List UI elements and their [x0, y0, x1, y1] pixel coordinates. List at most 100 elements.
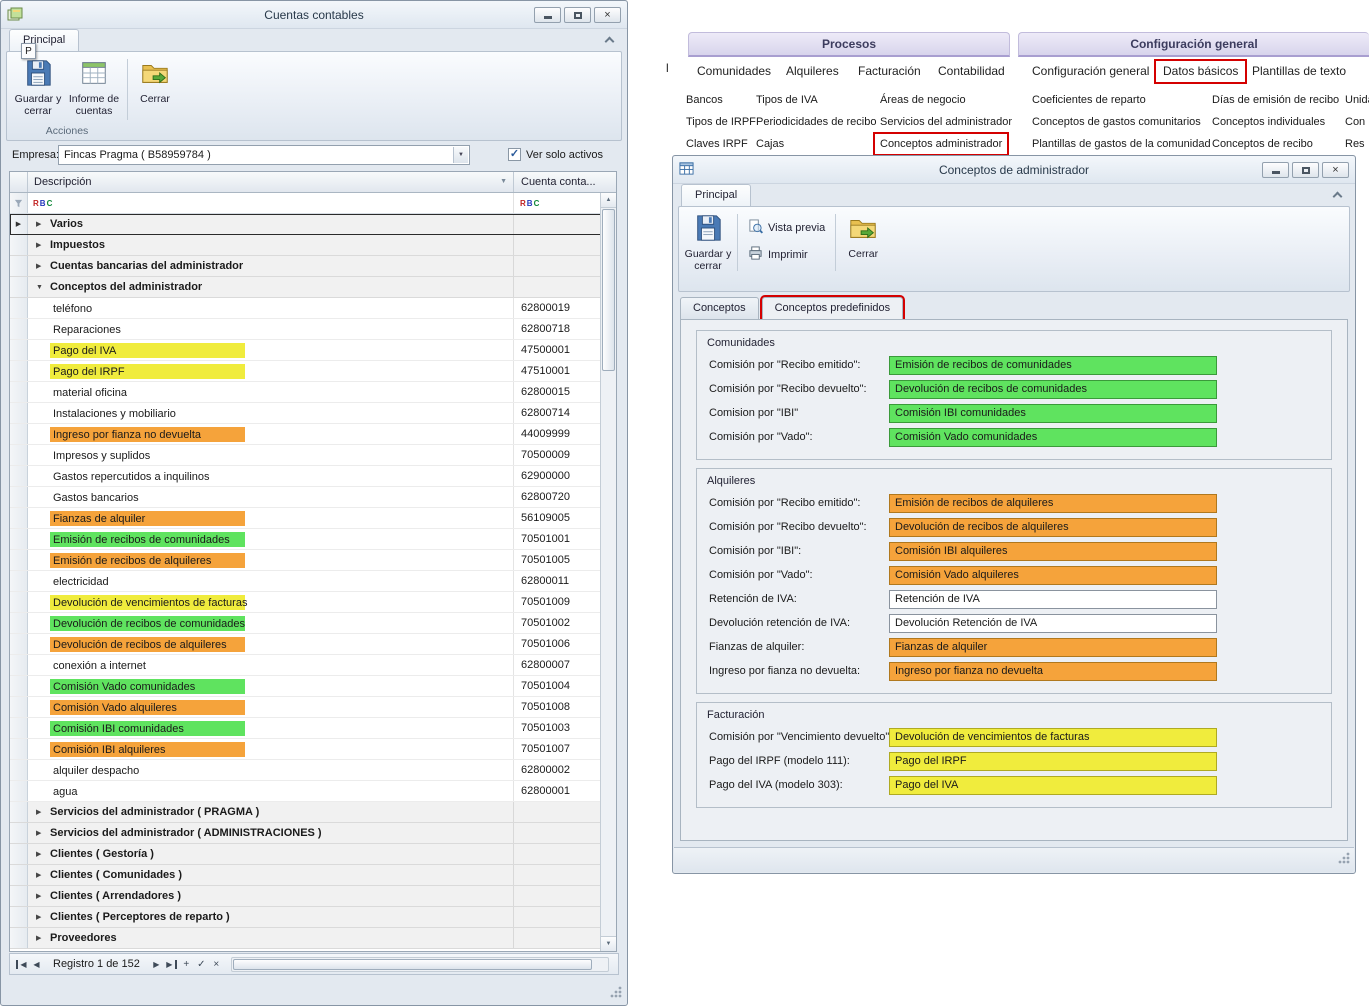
account-row[interactable]: Comisión Vado alquileres70501008: [10, 697, 616, 718]
expand-group-icon[interactable]: ▶: [36, 220, 46, 228]
nav-next-icon[interactable]: ▶: [149, 960, 164, 969]
cerrar-button[interactable]: Cerrar: [840, 210, 886, 278]
account-row[interactable]: Fianzas de alquiler56109005: [10, 508, 616, 529]
field-input[interactable]: Devolución Retención de IVA: [889, 614, 1217, 633]
account-row[interactable]: Comisión Vado comunidades70501004: [10, 676, 616, 697]
minimize-icon[interactable]: [1262, 162, 1289, 178]
maximize-icon[interactable]: [1292, 162, 1319, 178]
nav-append-icon[interactable]: +: [179, 959, 194, 970]
maximize-icon[interactable]: [564, 7, 591, 23]
vertical-scrollbar[interactable]: ▲ ▼: [600, 193, 616, 951]
expand-group-icon[interactable]: ▶: [36, 913, 46, 921]
expand-group-icon[interactable]: ▶: [36, 871, 46, 879]
menu-item[interactable]: Tipos de IVA: [756, 89, 876, 111]
account-row[interactable]: Reparaciones62800718: [10, 319, 616, 340]
minimize-icon[interactable]: [534, 7, 561, 23]
account-row[interactable]: Pago del IRPF47510001: [10, 361, 616, 382]
close-icon[interactable]: ×: [1322, 162, 1349, 178]
account-row[interactable]: Emisión de recibos de comunidades7050100…: [10, 529, 616, 550]
expand-group-icon[interactable]: ▶: [36, 850, 46, 858]
left-titlebar[interactable]: Cuentas contables ×: [1, 1, 627, 29]
field-input[interactable]: Devolución de recibos de alquileres: [889, 518, 1217, 537]
menu-item[interactable]: Unida: [1345, 89, 1369, 111]
field-input[interactable]: Fianzas de alquiler: [889, 638, 1217, 657]
column-header-cuenta[interactable]: Cuenta conta...: [514, 172, 616, 192]
imprimir-button[interactable]: Imprimir: [742, 246, 831, 264]
account-row[interactable]: material oficina62800015: [10, 382, 616, 403]
expand-group-icon[interactable]: ▶: [36, 241, 46, 249]
field-input[interactable]: Pago del IVA: [889, 776, 1217, 795]
scrollbar-track[interactable]: [601, 372, 616, 936]
guardar-y-cerrar-button[interactable]: Guardar y cerrar: [683, 210, 733, 278]
menu-item[interactable]: Con: [1345, 111, 1369, 133]
account-group-row[interactable]: ▶Impuestos: [10, 235, 616, 256]
chevron-down-icon[interactable]: ▼: [453, 147, 468, 163]
collapse-ribbon-icon[interactable]: [1333, 192, 1343, 202]
hscrollbar-thumb[interactable]: [233, 959, 592, 970]
tab-principal[interactable]: Principal: [9, 29, 79, 51]
account-group-row[interactable]: ▼Conceptos del administrador: [10, 277, 616, 298]
dialog-tab[interactable]: Conceptos: [680, 297, 759, 320]
nav-cancel-icon[interactable]: ×: [209, 959, 224, 970]
resize-grip[interactable]: [1337, 851, 1350, 867]
menu-item[interactable]: Días de emisión de recibo: [1212, 89, 1339, 111]
account-group-row[interactable]: ▶Clientes ( Comunidades ): [10, 865, 616, 886]
scroll-up-icon[interactable]: ▲: [601, 193, 616, 208]
menu-item[interactable]: Conceptos administrador: [875, 134, 1007, 154]
field-input[interactable]: Devolución de recibos de comunidades: [889, 380, 1217, 399]
account-row[interactable]: electricidad62800011: [10, 571, 616, 592]
account-row[interactable]: Emisión de recibos de alquileres70501005: [10, 550, 616, 571]
menu-item[interactable]: Claves IRPF: [686, 133, 756, 155]
dialog-titlebar[interactable]: Conceptos de administrador ×: [673, 156, 1355, 184]
account-row[interactable]: Devolución de recibos de comunidades7050…: [10, 613, 616, 634]
field-input[interactable]: Comisión Vado comunidades: [889, 428, 1217, 447]
account-row[interactable]: Gastos repercutidos a inquilinos62900000: [10, 466, 616, 487]
nav-last-icon[interactable]: ▶: [164, 960, 177, 969]
account-row[interactable]: Devolución de vencimientos de facturas70…: [10, 592, 616, 613]
field-input[interactable]: Emisión de recibos de alquileres: [889, 494, 1217, 513]
menu-item[interactable]: Bancos: [686, 89, 756, 111]
nav-first-icon[interactable]: ◀: [16, 960, 29, 969]
account-row[interactable]: Devolución de recibos de alquileres70501…: [10, 634, 616, 655]
account-group-row[interactable]: ▶▶Varios: [10, 214, 616, 235]
expand-group-icon[interactable]: ▶: [36, 934, 46, 942]
menu-item[interactable]: Periodicidades de recibo: [756, 111, 876, 133]
account-row[interactable]: Comisión IBI alquileres70501007: [10, 739, 616, 760]
account-row[interactable]: Comisión IBI comunidades70501003: [10, 718, 616, 739]
menu-item[interactable]: Plantillas de gastos de la comunidad: [1032, 133, 1211, 155]
account-row[interactable]: alquiler despacho62800002: [10, 760, 616, 781]
account-row[interactable]: conexión a internet62800007: [10, 655, 616, 676]
account-row[interactable]: Instalaciones y mobiliario62800714: [10, 403, 616, 424]
expand-group-icon[interactable]: ▶: [36, 262, 46, 270]
field-input[interactable]: Comisión IBI comunidades: [889, 404, 1217, 423]
empresa-combobox[interactable]: Fincas Pragma ( B58959784 ) ▼: [58, 145, 470, 165]
collapse-ribbon-icon[interactable]: [605, 37, 615, 47]
menu-item[interactable]: Res: [1345, 133, 1369, 155]
resize-grip[interactable]: [609, 985, 622, 1001]
account-group-row[interactable]: ▶Proveedores: [10, 928, 616, 949]
field-input[interactable]: Ingreso por fianza no devuelta: [889, 662, 1217, 681]
menu-item[interactable]: Áreas de negocio: [880, 89, 1012, 111]
field-input[interactable]: Pago del IRPF: [889, 752, 1217, 771]
field-input[interactable]: Emisión de recibos de comunidades: [889, 356, 1217, 375]
menu-item[interactable]: Conceptos de recibo: [1212, 133, 1339, 155]
field-input[interactable]: Devolución de vencimientos de facturas: [889, 728, 1217, 747]
account-row[interactable]: Pago del IVA47500001: [10, 340, 616, 361]
account-group-row[interactable]: ▶Cuentas bancarias del administrador: [10, 256, 616, 277]
nav-prev-icon[interactable]: ◀: [29, 960, 44, 969]
scroll-down-icon[interactable]: ▼: [601, 936, 616, 951]
nav-endedit-icon[interactable]: ✓: [194, 959, 209, 970]
menu-item[interactable]: Tipos de IRPF: [686, 111, 756, 133]
horizontal-scrollbar[interactable]: [231, 957, 609, 972]
field-input[interactable]: Comisión IBI alquileres: [889, 542, 1217, 561]
field-input[interactable]: Comisión Vado alquileres: [889, 566, 1217, 585]
expand-group-icon[interactable]: ▶: [36, 829, 46, 837]
ver-solo-activos-checkbox[interactable]: ✓: [508, 148, 521, 161]
account-row[interactable]: agua62800001: [10, 781, 616, 802]
account-row[interactable]: Impresos y suplidos70500009: [10, 445, 616, 466]
close-icon[interactable]: ×: [594, 7, 621, 23]
account-group-row[interactable]: ▶Clientes ( Perceptores de reparto ): [10, 907, 616, 928]
menu-item[interactable]: Conceptos individuales: [1212, 111, 1339, 133]
informe-de-cuentas-button[interactable]: Informe de cuentas: [65, 55, 123, 123]
account-group-row[interactable]: ▶Servicios del administrador ( PRAGMA ): [10, 802, 616, 823]
